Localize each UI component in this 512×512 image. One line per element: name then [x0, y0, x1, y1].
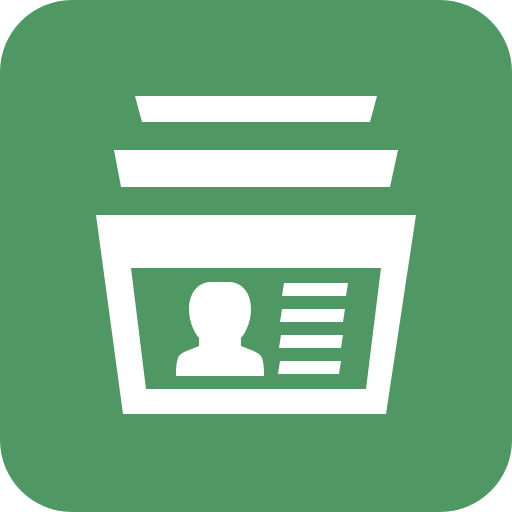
text-line-1 — [282, 283, 348, 296]
text-line-4 — [278, 361, 341, 374]
text-line-2 — [280, 309, 345, 322]
app-icon-svg — [0, 0, 512, 512]
text-line-3 — [279, 335, 343, 348]
back-card-top — [135, 96, 377, 122]
app-icon[interactable] — [0, 0, 512, 512]
back-card-middle — [114, 150, 398, 187]
